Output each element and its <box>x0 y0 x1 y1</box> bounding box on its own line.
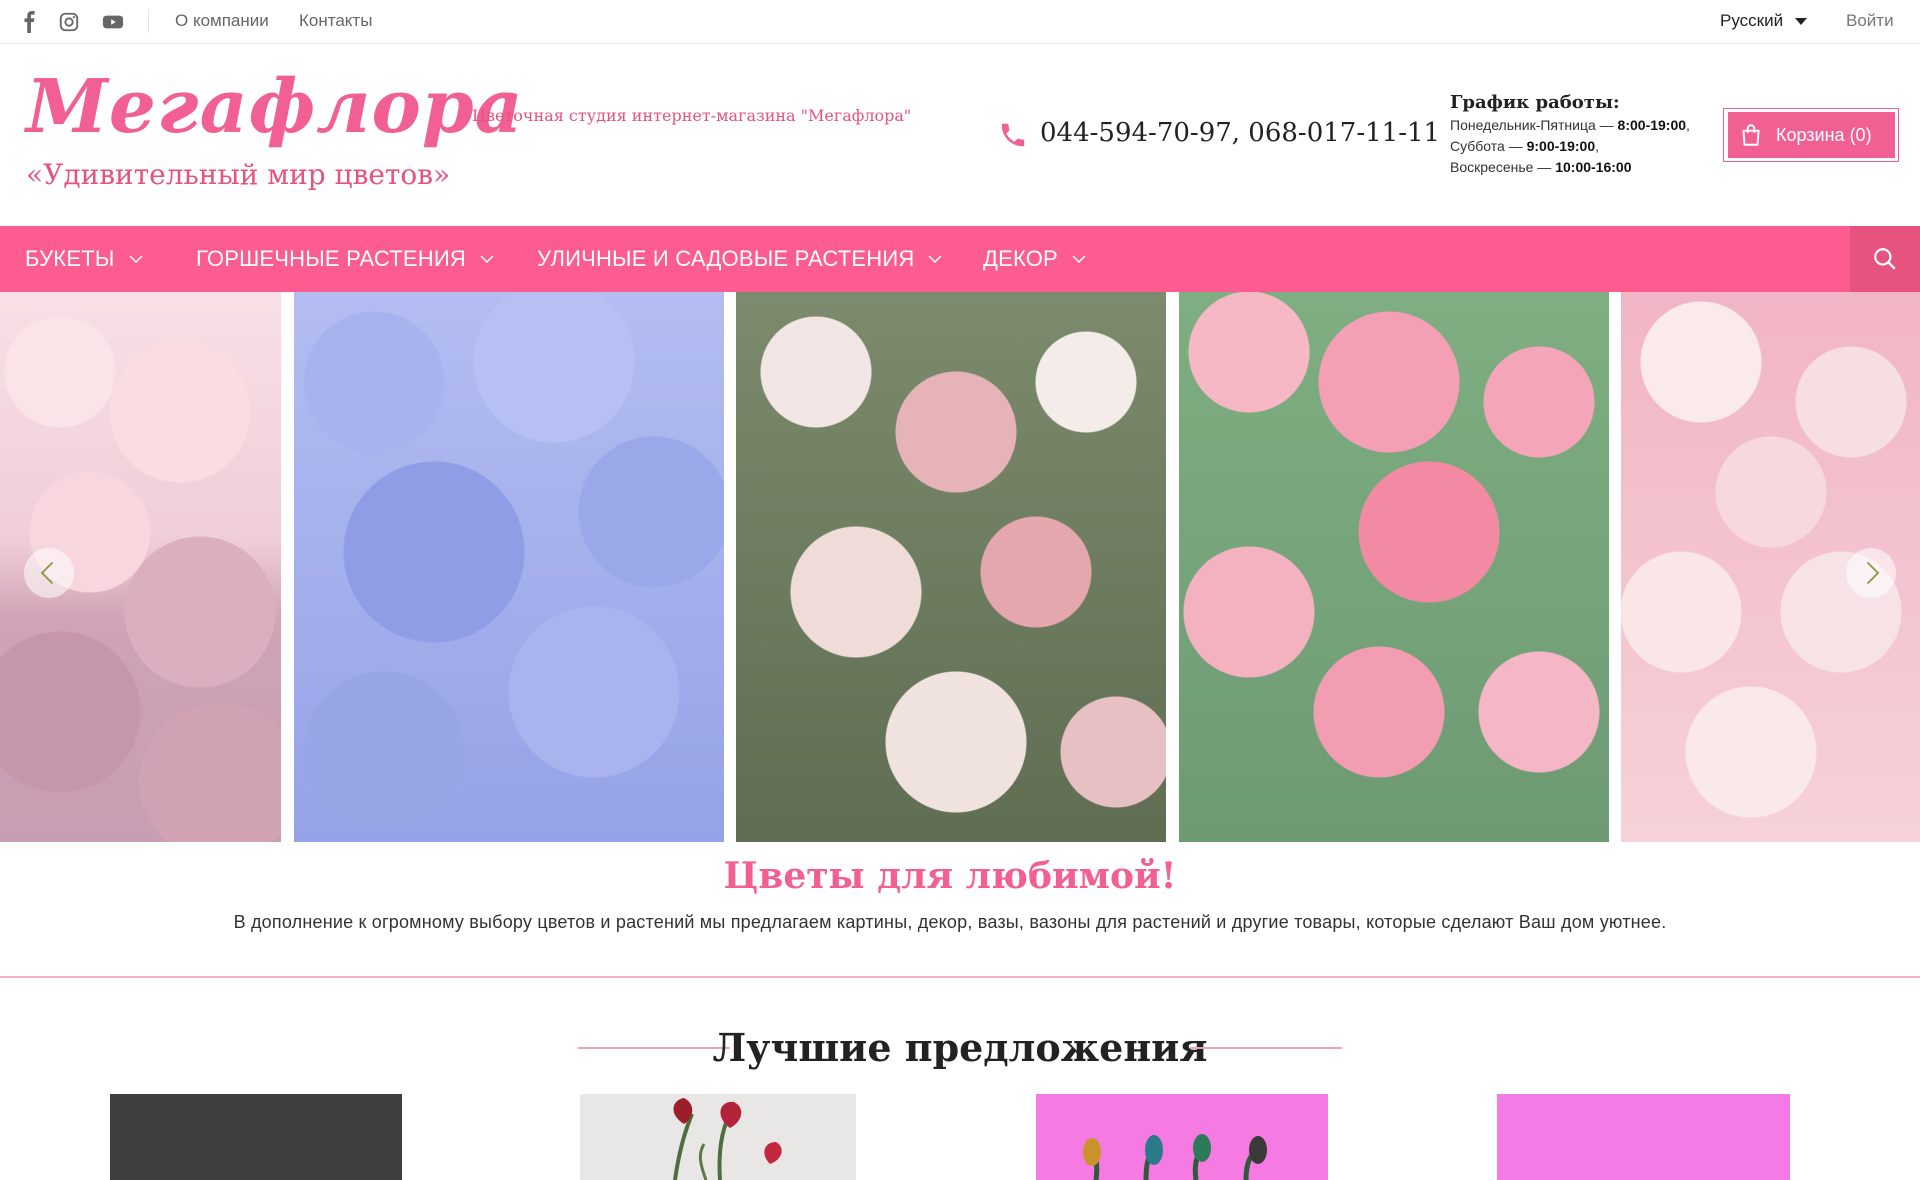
slide-protea[interactable] <box>736 292 1166 842</box>
title-rule-right <box>1190 1047 1342 1049</box>
schedule-row: Понедельник-Пятница — 8:00-19:00, <box>1450 117 1690 133</box>
nav-item-label: Декор <box>983 246 1058 271</box>
nav-item-label: Уличные и садовые растения <box>537 246 915 271</box>
schedule-tail: , <box>1595 138 1599 154</box>
intro-text: В дополнение к огромному выбору цветов и… <box>233 912 1667 932</box>
product-image <box>1036 1094 1328 1180</box>
section-divider <box>0 976 1920 978</box>
top-bar: О компании Контакты Русский Войти <box>0 0 1920 44</box>
shopping-bag-icon <box>1742 124 1760 146</box>
facebook-icon[interactable] <box>18 10 42 34</box>
slogan: «Удивительный мир цветов» <box>26 158 451 191</box>
chevron-left-icon <box>40 561 54 585</box>
youtube-icon[interactable] <box>101 10 125 34</box>
logo[interactable]: Мегафлора <box>26 70 524 144</box>
chevron-down-icon <box>1072 255 1086 264</box>
nav-item-label: Букеты <box>25 246 115 271</box>
slide-hydrangea[interactable] <box>294 292 724 842</box>
divider <box>148 9 149 33</box>
schedule-hours: 9:00-19:00 <box>1526 138 1596 154</box>
product-card[interactable] <box>1036 1094 1328 1180</box>
product-image <box>1497 1094 1790 1180</box>
schedule-day: Суббота — <box>1450 138 1527 154</box>
cart-button[interactable]: Корзина (0) <box>1728 112 1895 158</box>
login-link[interactable]: Войти <box>1846 11 1894 31</box>
instagram-icon[interactable] <box>57 10 81 34</box>
intro-title: Цветы для любимой! <box>723 855 1177 897</box>
search-button[interactable] <box>1850 226 1920 292</box>
schedule-row: Воскресенье — 10:00-16:00 <box>1450 159 1631 175</box>
studio-caption: Цветочная студия интернет-магазина "Мега… <box>472 106 912 125</box>
schedule-title: График работы: <box>1450 92 1620 113</box>
product-card[interactable] <box>1497 1094 1790 1180</box>
slider-next-button[interactable] <box>1846 548 1896 598</box>
schedule-tail: , <box>1686 117 1690 133</box>
product-card[interactable] <box>110 1094 402 1180</box>
best-offers-title: Лучшие предложения <box>712 1025 1208 1070</box>
phone-icon <box>1001 123 1025 147</box>
nav-item-label: Горшечные растения <box>196 246 466 271</box>
product-image <box>110 1094 402 1180</box>
phone-numbers[interactable]: 044-594-70-97, 068-017-11-11 <box>1040 118 1440 148</box>
contacts-link[interactable]: Контакты <box>299 11 372 31</box>
product-image <box>580 1094 856 1180</box>
nav-item-bouquets[interactable]: Букеты <box>25 226 145 292</box>
language-select[interactable]: Русский <box>1720 11 1808 31</box>
nav-item-potted-plants[interactable]: Горшечные растения <box>196 226 496 292</box>
image-slider[interactable] <box>0 292 1920 842</box>
schedule-day: Понедельник-Пятница — <box>1450 117 1618 133</box>
caret-down-icon <box>1795 17 1808 25</box>
chevron-down-icon <box>480 255 494 264</box>
chevron-down-icon <box>128 255 143 264</box>
chevron-right-icon <box>1866 561 1880 585</box>
main-nav: Букеты Горшечные растения Уличные и садо… <box>0 226 1920 292</box>
schedule-hours: 10:00-16:00 <box>1555 159 1632 175</box>
about-link[interactable]: О компании <box>175 11 269 31</box>
nav-item-garden-plants[interactable]: Уличные и садовые растения <box>537 226 944 292</box>
schedule-hours: 8:00-19:00 <box>1617 117 1687 133</box>
slide-spray-roses[interactable] <box>1179 292 1609 842</box>
language-label: Русский <box>1720 11 1784 30</box>
schedule-row: Суббота — 9:00-19:00, <box>1450 138 1599 154</box>
slider-prev-button[interactable] <box>24 548 74 598</box>
chevron-down-icon <box>928 255 942 264</box>
cart-label: Корзина (0) <box>1776 124 1872 145</box>
search-icon <box>1874 248 1896 270</box>
schedule-day: Воскресенье — <box>1450 159 1556 175</box>
product-card[interactable] <box>580 1094 856 1180</box>
nav-item-decor[interactable]: Декор <box>983 226 1088 292</box>
